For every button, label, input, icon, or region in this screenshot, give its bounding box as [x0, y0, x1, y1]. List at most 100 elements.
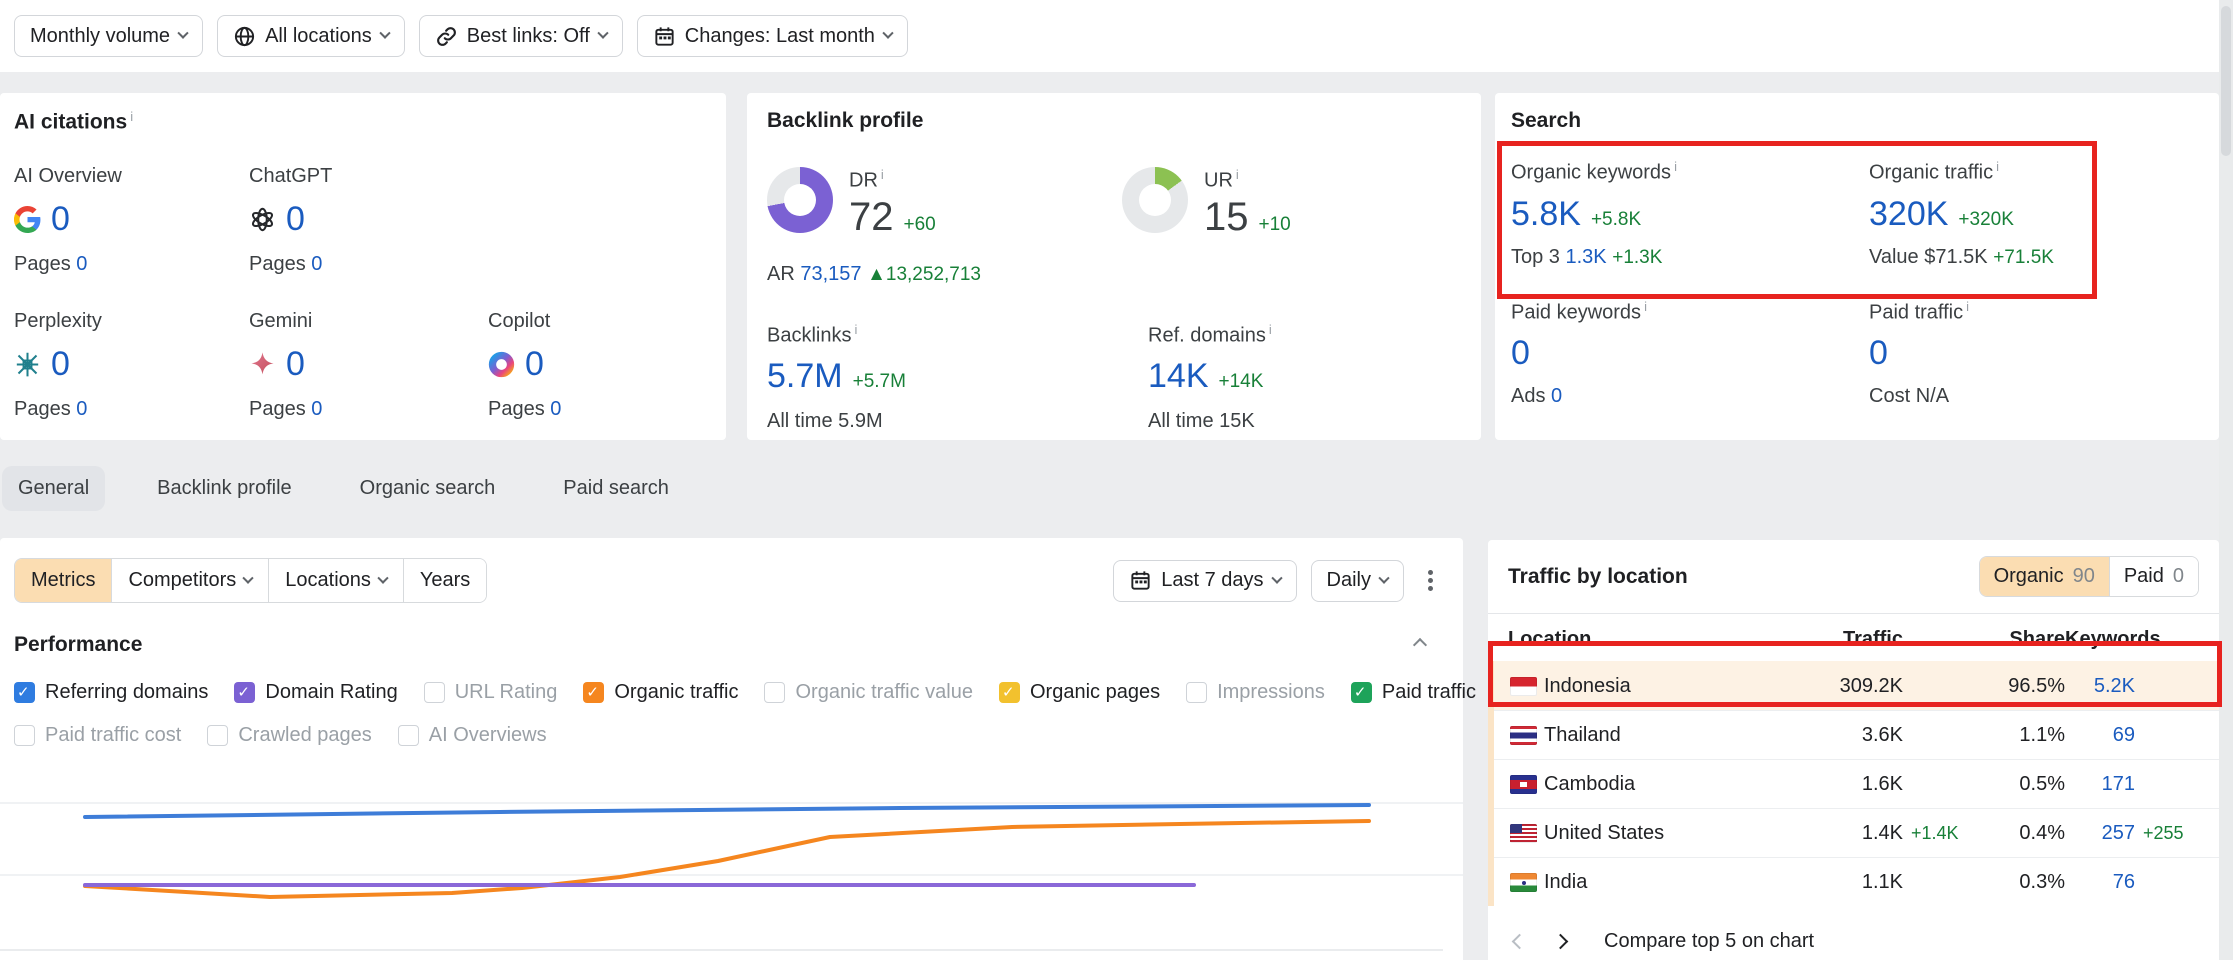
engine-copilot: Copilot 0 Pages 0 [488, 310, 710, 421]
checkbox-paid-traffic[interactable]: Paid traffic [1351, 681, 1476, 704]
locations-dropdown[interactable]: All locations [217, 15, 405, 57]
info-icon[interactable]: i [1996, 159, 1999, 174]
pages-count-link[interactable]: 0 [311, 398, 322, 420]
changes-dropdown[interactable]: Changes: Last month [637, 15, 908, 57]
tab-paid-search[interactable]: Paid search [547, 466, 685, 511]
chevron-down-icon [1271, 572, 1282, 583]
granularity-dropdown[interactable]: Daily [1311, 560, 1404, 602]
more-options-kebab-icon[interactable] [1428, 578, 1433, 583]
keywords-link[interactable]: 257 [2065, 822, 2135, 845]
pages-count-link[interactable]: 0 [311, 253, 322, 275]
table-row-united-states[interactable]: United States 1.4K +1.4K 0.4% 257 +255 [1488, 808, 2219, 857]
ai-citations-panel: AI citationsi AI Overview 0 Pages 0 Chat… [0, 93, 726, 440]
collapse-chevron-up-icon[interactable] [1413, 638, 1427, 652]
backlinks-value[interactable]: 5.7M [767, 357, 843, 396]
checkbox-organic-pages[interactable]: Organic pages [999, 681, 1160, 704]
info-icon[interactable]: i [1236, 167, 1239, 182]
checkbox-box [207, 725, 228, 746]
link-icon [435, 25, 458, 48]
tab-general[interactable]: General [2, 466, 105, 511]
info-icon[interactable]: i [130, 109, 133, 124]
top3-delta: +1.3K [1612, 247, 1662, 268]
paid-toggle[interactable]: Paid 0 [2109, 557, 2198, 596]
paid-keywords-label: Paid keywords [1511, 301, 1641, 323]
info-icon[interactable]: i [1269, 322, 1272, 337]
table-row-cambodia[interactable]: Cambodia 1.6K 0.5% 171 [1488, 759, 2219, 808]
all-time-label: All time [767, 410, 833, 432]
best-links-dropdown[interactable]: Best links: Off [419, 15, 623, 57]
keywords-link[interactable]: 76 [2065, 871, 2135, 894]
info-icon[interactable]: i [1644, 299, 1647, 314]
ar-label: AR [767, 263, 795, 285]
engine-citations-value[interactable]: 0 [286, 200, 305, 239]
metrics-button[interactable]: Metrics [15, 559, 111, 602]
calendar-icon [1129, 569, 1152, 592]
chevron-down-icon [377, 572, 388, 583]
pages-count-link[interactable]: 0 [550, 398, 561, 420]
checkbox-crawled-pages[interactable]: Crawled pages [207, 724, 371, 747]
backlink-profile-panel: Backlink profile DRi 72 +60 URi 15 +10 [747, 93, 1481, 440]
pages-count-link[interactable]: 0 [76, 253, 87, 275]
performance-title: Performance [14, 633, 142, 657]
compare-top5-button[interactable]: Compare top 5 on chart [1604, 930, 1814, 953]
chevron-down-icon [597, 28, 608, 39]
chatgpt-icon [249, 206, 276, 233]
ref-domains-value[interactable]: 14K [1148, 357, 1209, 396]
backlinks-delta: +5.7M [853, 371, 906, 393]
table-row-india[interactable]: India 1.1K 0.3% 76 [1488, 857, 2219, 906]
organic-toggle[interactable]: Organic 90 [1980, 557, 2109, 596]
checkbox-organic-traffic-value[interactable]: Organic traffic value [764, 681, 973, 704]
paid-keywords-block: Paid keywordsi 0 Ads 0 [1511, 299, 1869, 409]
monthly-volume-dropdown[interactable]: Monthly volume [14, 15, 203, 57]
keywords-link[interactable]: 171 [2065, 773, 2135, 796]
organic-keywords-block: Organic keywordsi 5.8K +5.8K Top 3 1.3K … [1511, 159, 1869, 269]
engine-name: AI Overview [14, 165, 249, 188]
next-page-arrow-icon[interactable] [1553, 934, 1569, 950]
checkbox-url-rating[interactable]: URL Rating [424, 681, 558, 704]
info-icon[interactable]: i [881, 167, 884, 182]
organic-keywords-value[interactable]: 5.8K [1511, 195, 1581, 234]
prev-page-arrow-icon[interactable] [1512, 934, 1528, 950]
checkbox-paid-traffic-cost[interactable]: Paid traffic cost [14, 724, 181, 747]
engine-citations-value[interactable]: 0 [525, 345, 544, 384]
dr-delta: +60 [904, 214, 936, 236]
paid-traffic-value[interactable]: 0 [1869, 334, 1888, 373]
share-value: 96.5% [1977, 675, 2065, 698]
table-row-thailand[interactable]: Thailand 3.6K 1.1% 69 [1488, 710, 2219, 759]
checkbox-label: Paid traffic cost [45, 724, 181, 747]
date-range-dropdown[interactable]: Last 7 days [1113, 560, 1296, 602]
keywords-link[interactable]: 69 [2065, 724, 2135, 747]
engine-citations-value[interactable]: 0 [286, 345, 305, 384]
checkbox-ai-overviews[interactable]: AI Overviews [398, 724, 547, 747]
checkbox-domain-rating[interactable]: Domain Rating [234, 681, 397, 704]
checkbox-label: URL Rating [455, 681, 558, 704]
organic-traffic-value[interactable]: 320K [1869, 195, 1948, 234]
vertical-scrollbar-thumb[interactable] [2221, 6, 2231, 156]
top3-value-link[interactable]: 1.3K [1566, 246, 1607, 268]
url-rating-block: URi 15 +10 [1122, 167, 1461, 237]
info-icon[interactable]: i [1674, 159, 1677, 174]
pages-count-link[interactable]: 0 [76, 398, 87, 420]
ar-value-link[interactable]: 73,157 [800, 263, 861, 285]
checkbox-box [1351, 682, 1372, 703]
info-icon[interactable]: i [854, 322, 857, 337]
competitors-dropdown[interactable]: Competitors [111, 559, 268, 602]
checkbox-organic-traffic[interactable]: Organic traffic [583, 681, 738, 704]
locations-filter-dropdown[interactable]: Locations [268, 559, 403, 602]
checkbox-referring-domains[interactable]: Referring domains [14, 681, 208, 704]
table-row-indonesia[interactable]: Indonesia 309.2K 96.5% 5.2K [1488, 661, 2219, 710]
engine-citations-value[interactable]: 0 [51, 345, 70, 384]
all-time-label: All time [1148, 410, 1214, 432]
ads-count-link[interactable]: 0 [1551, 385, 1562, 407]
tab-organic-search[interactable]: Organic search [344, 466, 512, 511]
info-icon[interactable]: i [1966, 299, 1969, 314]
performance-chart [0, 760, 1463, 960]
years-button[interactable]: Years [403, 559, 486, 602]
paid-count: 0 [2173, 565, 2184, 588]
paid-keywords-value[interactable]: 0 [1511, 334, 1530, 373]
checkbox-impressions[interactable]: Impressions [1186, 681, 1325, 704]
tab-backlink-profile[interactable]: Backlink profile [141, 466, 308, 511]
top-filter-toolbar: Monthly volume All locations Best links:… [0, 0, 2219, 72]
keywords-link[interactable]: 5.2K [2065, 675, 2135, 698]
engine-citations-value[interactable]: 0 [51, 200, 70, 239]
